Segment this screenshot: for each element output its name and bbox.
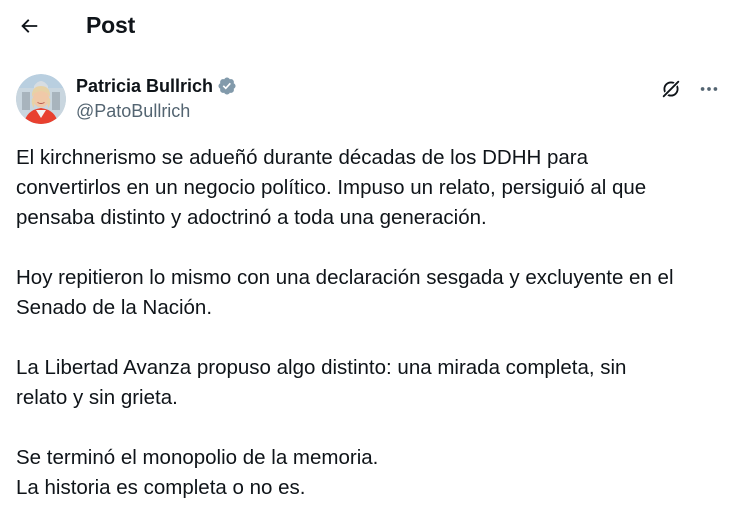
page-title: Post <box>86 12 136 38</box>
arrow-left-icon <box>21 19 38 33</box>
grok-button[interactable] <box>657 75 685 103</box>
post-paragraph: Hoy repitieron lo mismo con una declarac… <box>16 266 674 319</box>
post-paragraph: La Libertad Avanza propuso algo distinto… <box>16 356 627 409</box>
author-name[interactable]: Patricia Bullrich <box>76 74 237 98</box>
verified-badge-icon[interactable] <box>217 76 237 96</box>
more-horizontal-icon <box>700 87 718 91</box>
grok-icon <box>660 78 682 100</box>
top-bar: Post <box>0 0 739 52</box>
post-paragraph: El kirchnerismo se adueñó durante década… <box>16 146 647 229</box>
post-text: El kirchnerismo se adueñó durante década… <box>16 143 723 503</box>
avatar[interactable] <box>16 74 66 124</box>
author-name-text: Patricia Bullrich <box>76 76 214 96</box>
post-paragraph: Se terminó el monopolio de la memoria. L… <box>16 446 379 499</box>
author-handle[interactable]: @PatoBullrich <box>76 99 190 123</box>
post-author: Patricia Bullrich @PatoBullrich <box>16 72 723 126</box>
back-button[interactable] <box>10 7 48 45</box>
more-button[interactable] <box>695 75 723 103</box>
